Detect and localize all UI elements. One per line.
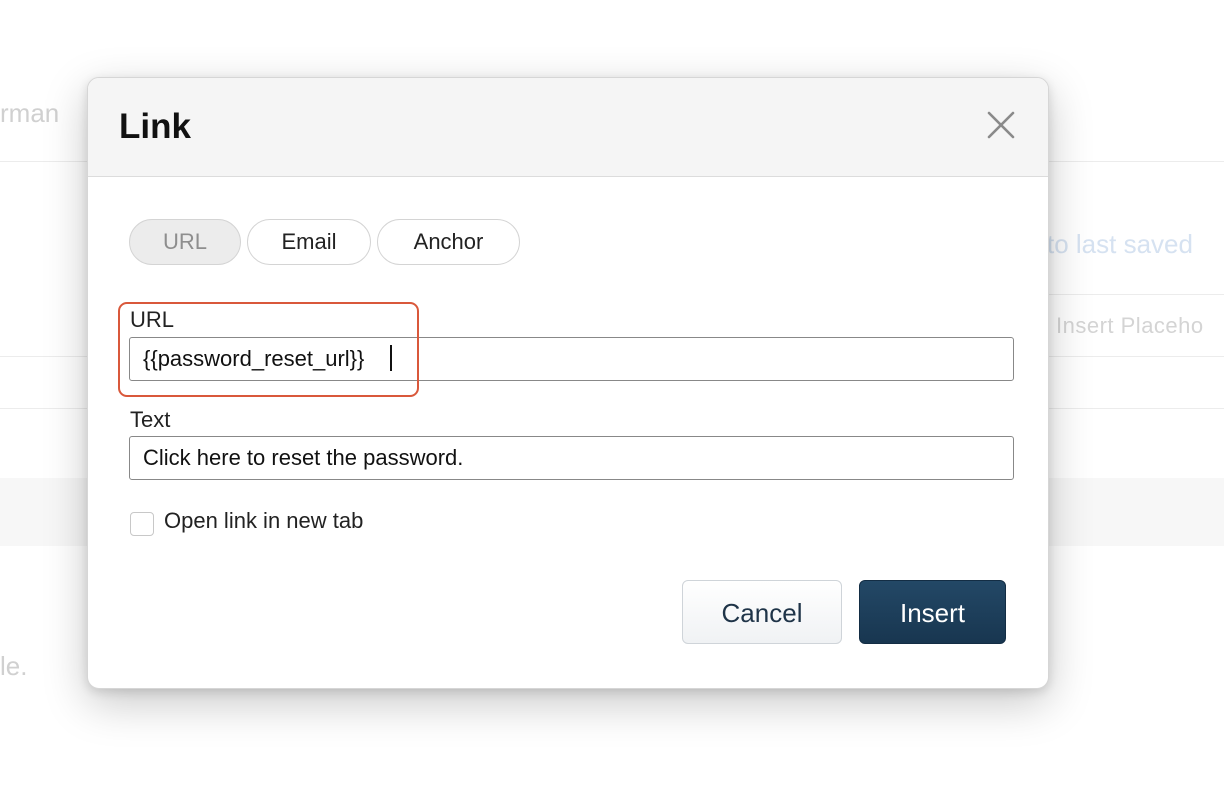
- background-text: le.: [0, 651, 27, 682]
- close-button[interactable]: [984, 108, 1018, 142]
- link-dialog: Link URL Email Anchor URL Text Open link…: [87, 77, 1049, 689]
- background-text: rman: [0, 98, 59, 129]
- insert-placeholder-button: Insert Placeho: [1040, 294, 1224, 356]
- dialog-title: Link: [119, 107, 191, 147]
- close-icon: [984, 108, 1018, 142]
- url-input[interactable]: [129, 337, 1014, 381]
- tab-anchor[interactable]: Anchor: [377, 219, 520, 265]
- dialog-header: Link: [88, 78, 1048, 177]
- revert-link: to last saved: [1047, 229, 1193, 260]
- text-cursor: [390, 345, 392, 371]
- open-in-new-tab-label[interactable]: Open link in new tab: [164, 508, 363, 534]
- text-input[interactable]: [129, 436, 1014, 480]
- open-in-new-tab-checkbox[interactable]: [130, 512, 154, 536]
- cancel-button[interactable]: Cancel: [682, 580, 842, 644]
- text-field-label: Text: [130, 407, 170, 433]
- insert-button[interactable]: Insert: [859, 580, 1006, 644]
- url-field-label: URL: [130, 307, 174, 333]
- tab-url[interactable]: URL: [129, 219, 241, 265]
- tab-email[interactable]: Email: [247, 219, 371, 265]
